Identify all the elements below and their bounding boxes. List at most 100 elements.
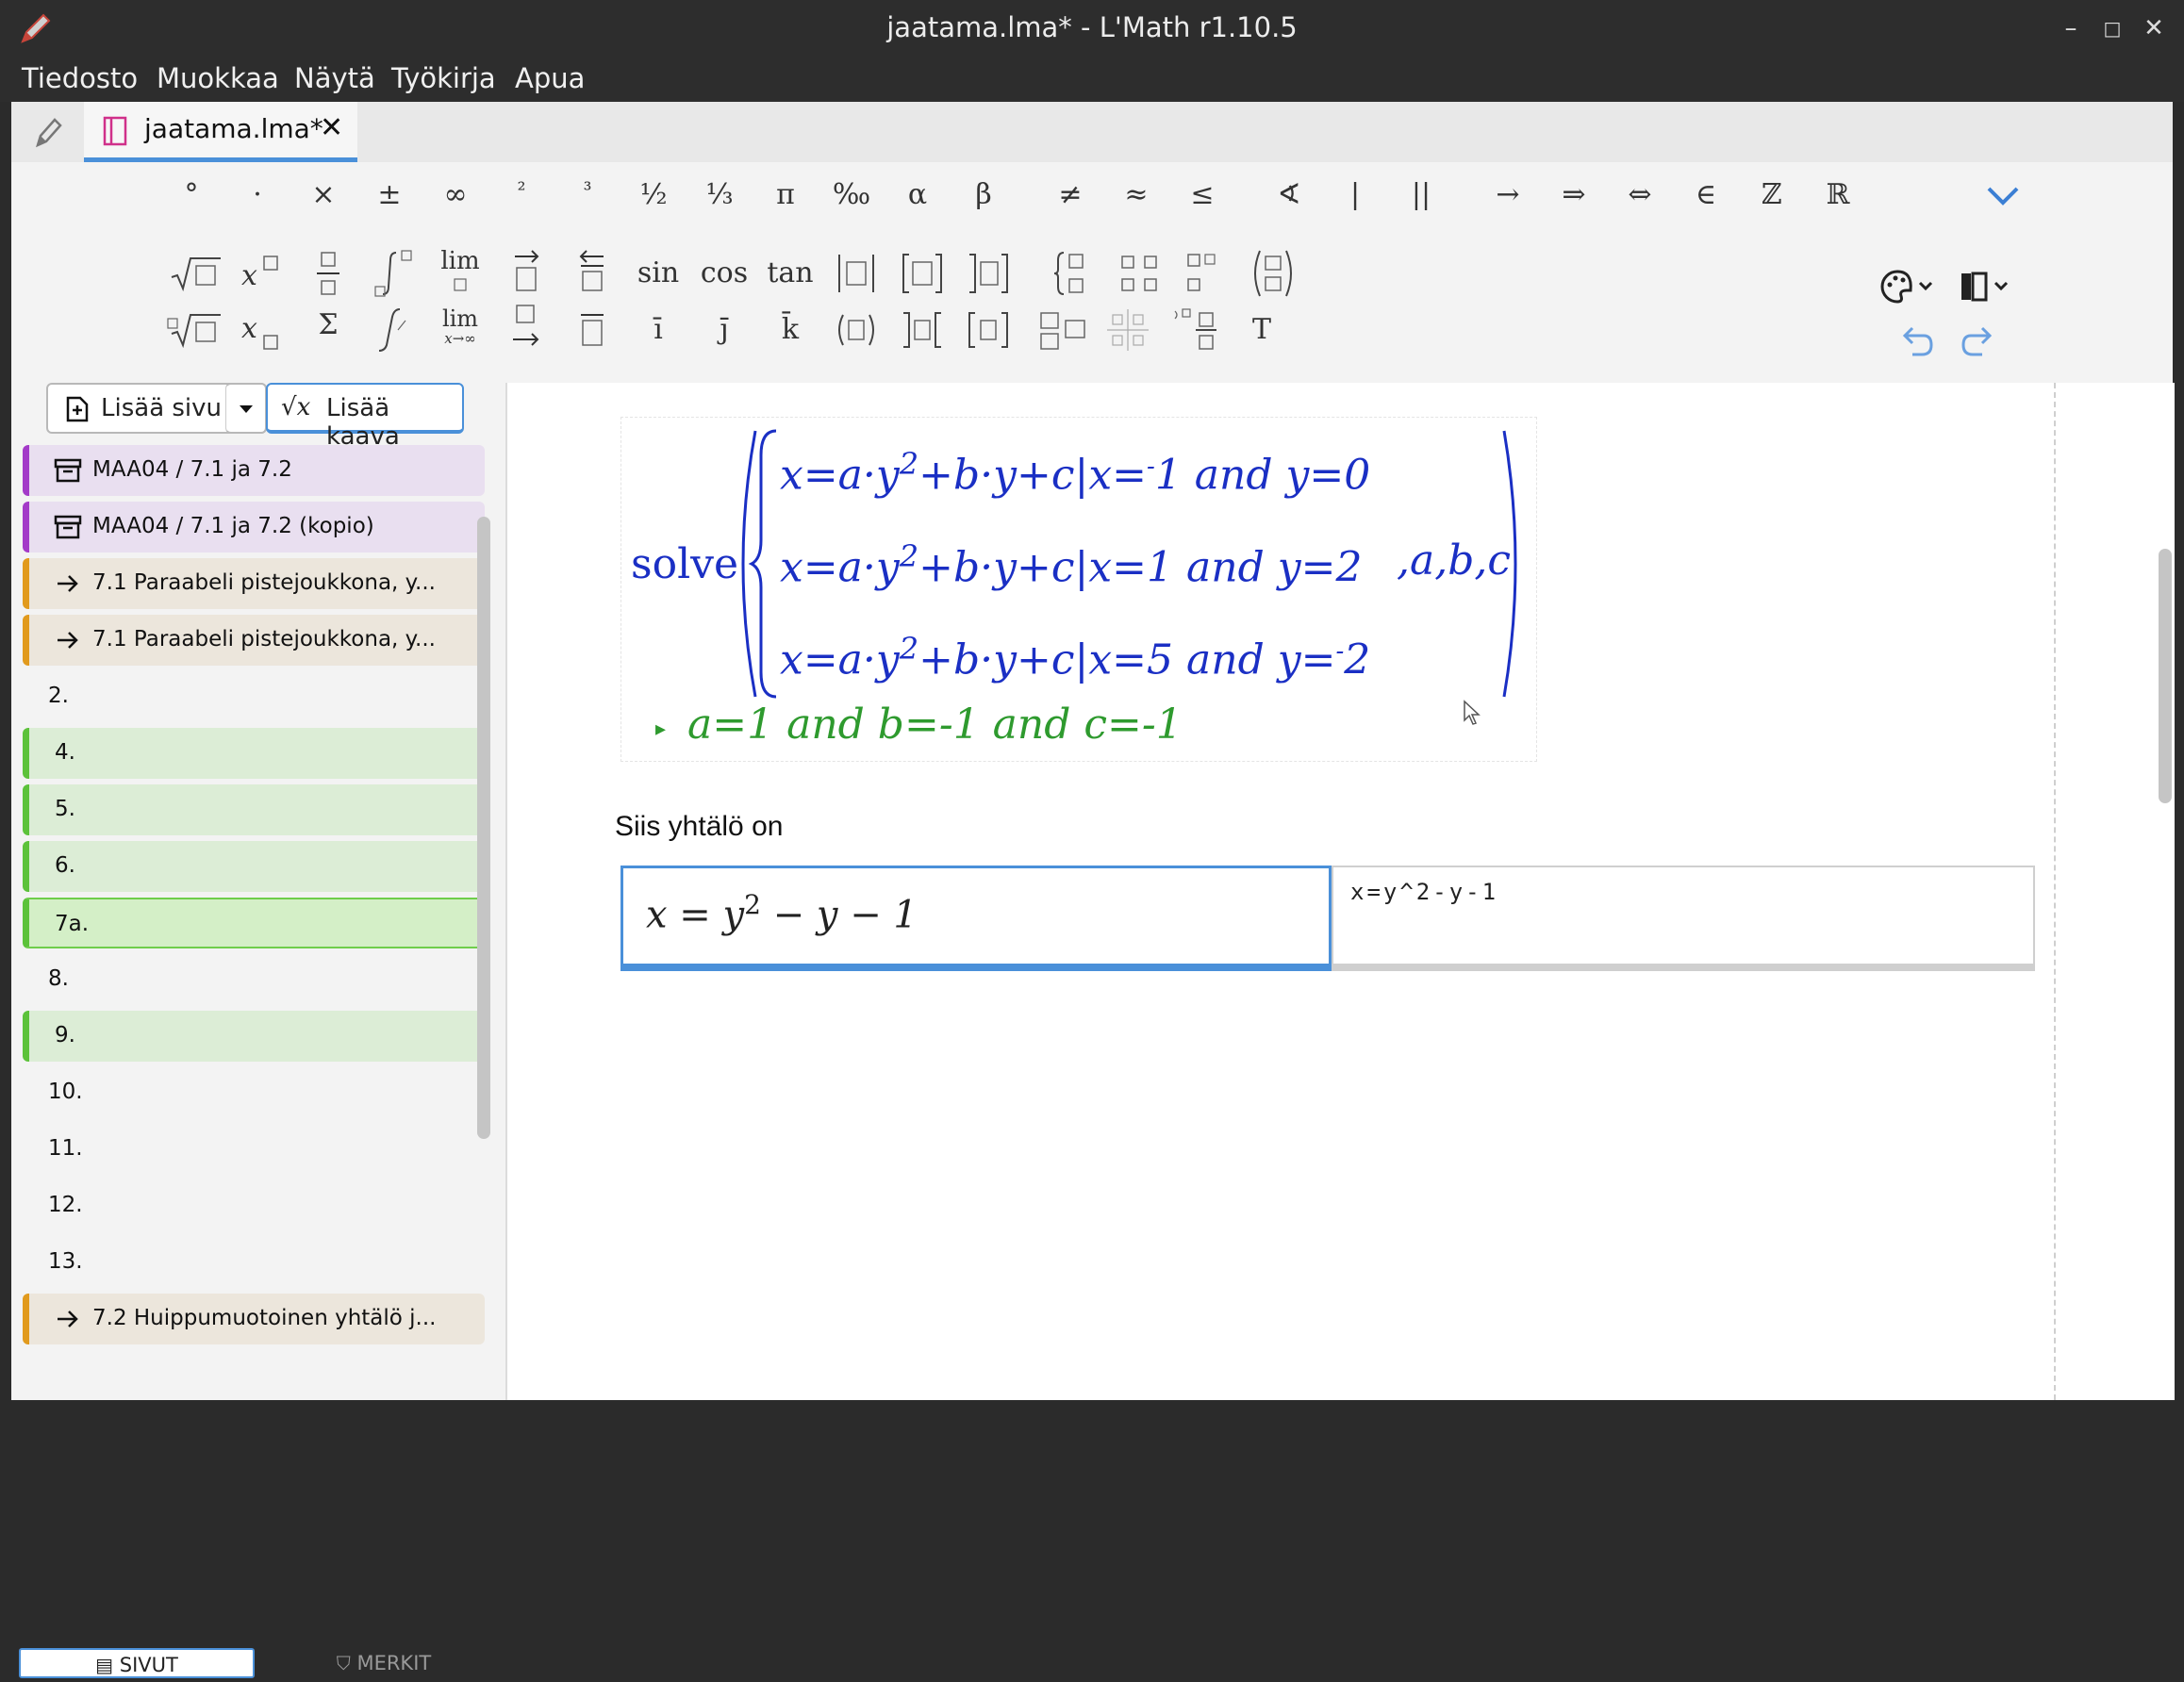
minimize-icon[interactable]: –	[2056, 13, 2086, 43]
arrow-over-button[interactable]	[496, 302, 556, 358]
text-paragraph[interactable]: Siis yhtälö on	[615, 811, 783, 843]
sidebar-page-item[interactable]: 13.	[23, 1237, 485, 1288]
sidebar-page-item[interactable]: 12.	[23, 1180, 485, 1231]
sidebar-page-item[interactable]: 8.	[23, 954, 485, 1005]
close-window-icon[interactable]: ✕	[2139, 13, 2169, 43]
menu-workbook[interactable]: Työkirja	[391, 62, 496, 94]
permille-button[interactable]: ‰	[826, 170, 877, 221]
not-equal-button[interactable]: ≠	[1045, 170, 1096, 221]
abs-value-button[interactable]	[826, 245, 886, 302]
sidebar-page-item[interactable]: 7.2 Huippumuotoinen yhtälö j...	[23, 1294, 485, 1344]
integers-button[interactable]: ℤ	[1746, 170, 1797, 221]
cases-button[interactable]	[1045, 245, 1105, 302]
unit-vector-k-button[interactable]: k̄	[760, 302, 820, 358]
add-formula-button[interactable]: √x Lisää kaava	[266, 383, 464, 451]
sidebar-page-item[interactable]: 6.	[23, 841, 485, 892]
sidebar-page-item[interactable]: MAA04 / 7.1 ja 7.2 (kopio)	[23, 502, 485, 552]
menu-file[interactable]: Tiedosto	[22, 62, 138, 94]
sidebar-page-item[interactable]: 7.1 Paraabeli pistejoukkona, y...	[23, 558, 485, 609]
infinity-button[interactable]: ∞	[430, 170, 481, 221]
sin-button[interactable]: sin	[628, 245, 688, 302]
right-arrow-button[interactable]: →	[1482, 170, 1533, 221]
redo-icon[interactable]	[1958, 322, 1999, 360]
norm-bar-button[interactable]: ||	[1396, 170, 1447, 221]
implies-button[interactable]: ⇒	[1548, 170, 1599, 221]
pi-button[interactable]: π	[760, 170, 811, 221]
vector-button[interactable]	[496, 245, 556, 302]
tab-close-icon[interactable]: ✕	[320, 111, 343, 144]
times-button[interactable]: ×	[298, 170, 349, 221]
sidebar-page-item[interactable]: 10.	[23, 1067, 485, 1118]
sidebar-page-item[interactable]: 9.	[23, 1011, 485, 1062]
matrix-button[interactable]	[1111, 245, 1171, 302]
alpha-button[interactable]: α	[892, 170, 943, 221]
bracket-button[interactable]	[892, 245, 952, 302]
unit-vector-j-button[interactable]: j̄	[694, 302, 754, 358]
sidebar-page-item[interactable]: 5.	[23, 784, 485, 835]
aligned-button[interactable]	[1177, 245, 1237, 302]
unit-vector-i-button[interactable]: ī	[628, 302, 688, 358]
chevron-down-icon[interactable]	[1984, 183, 2022, 209]
sum-button[interactable]: Σ	[298, 302, 358, 358]
half-button[interactable]: ½	[628, 170, 679, 221]
solve-formula-block[interactable]: solve x=a·y2+b·y+c|x=-1 and y=0 x=a·y2+b…	[620, 417, 1537, 762]
angle-button[interactable]: ∢	[1264, 170, 1315, 221]
definite-integral-button[interactable]	[364, 302, 424, 358]
squared-button[interactable]: ²	[496, 166, 547, 217]
sidebar-page-item[interactable]: 4.	[23, 728, 485, 779]
abs-bar-button[interactable]: |	[1330, 170, 1381, 221]
sidebar-page-item[interactable]: 7a.	[23, 898, 485, 948]
subscript-button[interactable]: x	[232, 302, 292, 358]
sidebar-page-item[interactable]: 7.1 Paraabeli pistejoukkona, y...	[23, 615, 485, 666]
right-open-interval-button[interactable]	[958, 302, 1018, 358]
less-equal-button[interactable]: ≤	[1177, 170, 1228, 221]
tab-pages[interactable]: ▤ SIVUT	[19, 1648, 255, 1678]
degree-symbol-button[interactable]: °	[166, 170, 217, 221]
result-expand-triangle-icon[interactable]: ▸	[655, 717, 666, 741]
tab-marks[interactable]: ⛉ MERKIT	[313, 1648, 455, 1678]
table-button[interactable]	[1100, 302, 1160, 358]
maximize-icon[interactable]: □	[2097, 13, 2127, 43]
formula-source-input[interactable]: x=y^2-y-1	[1332, 866, 2035, 971]
worksheet-area[interactable]: solve x=a·y2+b·y+c|x=-1 and y=0 x=a·y2+b…	[505, 383, 2175, 1400]
sqrt-button[interactable]	[166, 245, 226, 302]
overline-button[interactable]	[562, 302, 622, 358]
matrix-2x1-button[interactable]	[1034, 302, 1094, 358]
element-of-button[interactable]: ∈	[1680, 170, 1731, 221]
tab-document[interactable]: jaatama.lma* ✕	[84, 102, 357, 162]
layout-icon[interactable]	[1956, 268, 2012, 305]
parentheses-button[interactable]	[826, 302, 886, 358]
power-button[interactable]: x	[232, 245, 292, 302]
open-interval-button[interactable]	[958, 245, 1018, 302]
left-vector-button[interactable]	[562, 245, 622, 302]
integral-button[interactable]	[364, 245, 424, 302]
palette-icon[interactable]	[1880, 268, 1937, 305]
menu-edit[interactable]: Muokkaa	[157, 62, 279, 94]
text-mode-button[interactable]: T	[1232, 302, 1292, 358]
left-open-interval-button[interactable]	[892, 302, 952, 358]
content-scrollbar[interactable]	[2159, 549, 2172, 803]
binomial-button[interactable]	[1243, 245, 1303, 302]
sidebar-scrollbar[interactable]	[477, 517, 490, 1139]
limit-button[interactable]: lim	[430, 245, 490, 302]
menu-help[interactable]: Apua	[515, 62, 585, 94]
cubed-button[interactable]: ³	[562, 166, 613, 217]
sidebar-page-item[interactable]: 11.	[23, 1124, 485, 1175]
fraction-button[interactable]	[298, 245, 358, 302]
beta-button[interactable]: β	[958, 170, 1009, 221]
plus-minus-button[interactable]: ±	[364, 170, 415, 221]
piecewise-button[interactable]	[1166, 302, 1226, 358]
iff-button[interactable]: ⇔	[1614, 170, 1665, 221]
dot-operator-button[interactable]: ·	[232, 170, 283, 221]
menu-view[interactable]: Näytä	[294, 62, 375, 94]
approx-button[interactable]: ≈	[1111, 170, 1162, 221]
reals-button[interactable]: ℝ	[1812, 170, 1863, 221]
formula-editor-input[interactable]: x = y2 − y − 1	[620, 866, 1332, 971]
add-page-dropdown[interactable]	[225, 383, 267, 434]
sidebar-page-item[interactable]: MAA04 / 7.1 ja 7.2	[23, 445, 485, 496]
third-button[interactable]: ⅓	[694, 170, 745, 221]
sidebar-page-item[interactable]: 2.	[23, 671, 485, 722]
undo-icon[interactable]	[1895, 322, 1937, 360]
limit-to-infinity-button[interactable]: lim x→∞	[430, 302, 490, 358]
tan-button[interactable]: tan	[760, 245, 820, 302]
